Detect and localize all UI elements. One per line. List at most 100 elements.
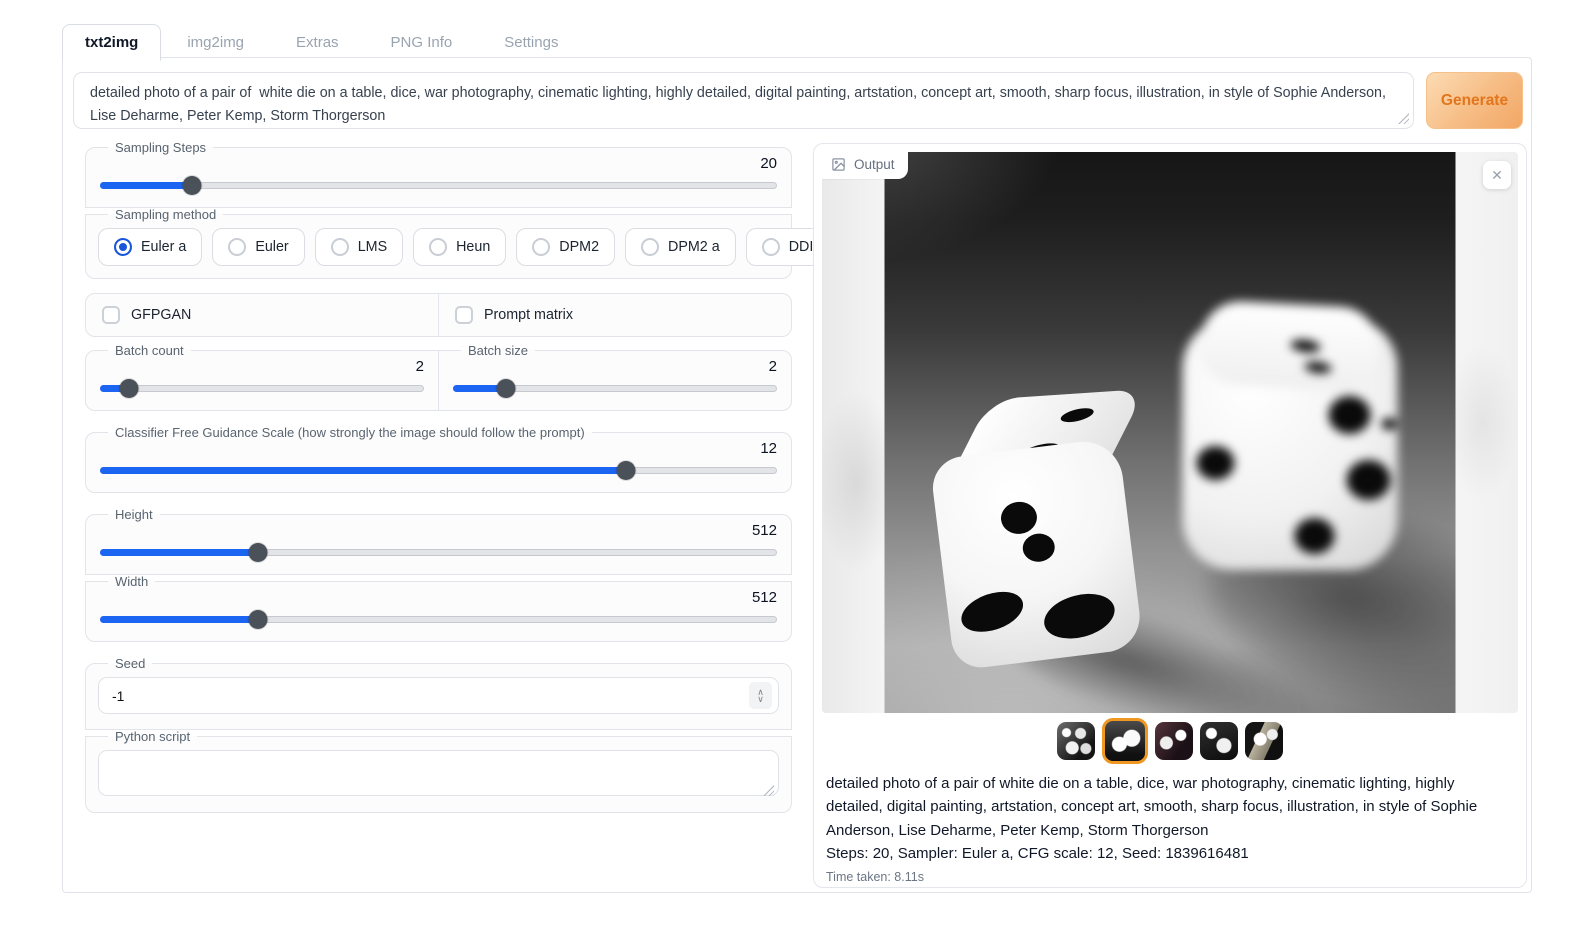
gfpgan-label: GFPGAN [131, 307, 191, 323]
batch-size-field: Batch size 2 [438, 343, 792, 411]
slider-knob[interactable] [183, 176, 202, 195]
seed-field: Seed ∧ ∨ [85, 656, 792, 730]
close-icon[interactable]: ✕ [1483, 161, 1511, 189]
batch-count-label: Batch count [108, 343, 191, 358]
output-chip: Output [822, 152, 908, 179]
width-field: Width 512 [85, 574, 792, 642]
radio-icon [641, 238, 659, 256]
radio-label: DPM2 a [668, 239, 720, 255]
batch-count-field: Batch count 2 [85, 343, 439, 411]
thumbnail-5[interactable] [1245, 722, 1283, 760]
image-icon [831, 157, 846, 172]
radio-label: Euler [255, 239, 288, 255]
sampling-method-field: Sampling method Euler a Euler LMS Heun D… [85, 207, 792, 279]
batch-count-slider[interactable] [100, 379, 424, 398]
output-gallery: Output ✕ [822, 152, 1518, 713]
sampling-method-options: Euler a Euler LMS Heun DPM2 DPM2 a DDIM … [98, 224, 779, 269]
slider-fill [100, 549, 258, 556]
spinner-down-icon[interactable]: ∨ [757, 696, 764, 703]
seed-input-wrap: ∧ ∨ [98, 677, 779, 714]
thumbnail-4[interactable] [1200, 722, 1238, 760]
dimensions-group: Height 512 Width 512 [85, 507, 792, 642]
sampling-steps-field: Sampling Steps 20 [85, 140, 792, 208]
radio-dpm2-a[interactable]: DPM2 a [625, 228, 736, 266]
sampling-method-label: Sampling method [108, 207, 223, 222]
radio-icon [228, 238, 246, 256]
slider-track [100, 385, 424, 392]
thumbnail-2-selected[interactable] [1102, 718, 1148, 764]
generate-button[interactable]: Generate [1426, 72, 1523, 129]
radio-selected-icon [114, 238, 132, 256]
tab-extras[interactable]: Extras [270, 25, 365, 60]
height-field: Height 512 [85, 507, 792, 575]
radio-lms[interactable]: LMS [315, 228, 403, 266]
slider-knob[interactable] [617, 461, 636, 480]
python-script-input[interactable] [98, 750, 779, 796]
slider-knob[interactable] [249, 543, 268, 562]
radio-icon [762, 238, 780, 256]
python-script-wrap [98, 750, 779, 801]
batch-group: Batch count 2 Batch size 2 [85, 343, 792, 411]
die-right [1183, 300, 1405, 600]
radio-label: LMS [358, 239, 387, 255]
height-slider[interactable] [100, 543, 777, 562]
slider-knob[interactable] [249, 610, 268, 629]
prompt-input[interactable]: detailed photo of a pair of white die on… [73, 72, 1414, 129]
time-taken: Time taken: 8.11s [826, 870, 1512, 884]
radio-heun[interactable]: Heun [413, 228, 506, 266]
batch-size-label: Batch size [461, 343, 535, 358]
seed-input[interactable] [98, 677, 779, 714]
tab-png-info[interactable]: PNG Info [365, 25, 479, 60]
batch-size-slider[interactable] [453, 379, 777, 398]
radio-euler[interactable]: Euler [212, 228, 304, 266]
cfg-scale-slider[interactable] [100, 461, 777, 480]
batch-size-value: 2 [451, 358, 777, 377]
checkbox-icon[interactable] [455, 306, 473, 324]
radio-label: Euler a [141, 239, 186, 255]
number-spinner[interactable]: ∧ ∨ [749, 682, 772, 709]
height-label: Height [108, 507, 160, 522]
slider-knob[interactable] [496, 379, 515, 398]
batch-count-value: 2 [98, 358, 424, 377]
prompt-matrix-checkbox-row[interactable]: Prompt matrix [438, 294, 791, 336]
toggles-group: GFPGAN Prompt matrix [85, 293, 792, 337]
radio-icon [532, 238, 550, 256]
width-slider[interactable] [100, 610, 777, 629]
slider-fill [100, 467, 626, 474]
prompt-box: detailed photo of a pair of white die on… [73, 72, 1414, 129]
tab-settings[interactable]: Settings [478, 25, 584, 60]
gfpgan-checkbox-row[interactable]: GFPGAN [86, 294, 438, 336]
cfg-group: Classifier Free Guidance Scale (how stro… [85, 425, 792, 493]
txt2img-panel: detailed photo of a pair of white die on… [62, 57, 1532, 893]
generated-image[interactable] [885, 152, 1456, 713]
cfg-scale-field: Classifier Free Guidance Scale (how stro… [85, 425, 792, 493]
height-value: 512 [98, 522, 777, 541]
tab-txt2img[interactable]: txt2img [62, 24, 161, 61]
tab-bar: txt2img img2img Extras PNG Info Settings [62, 24, 584, 60]
sampling-group: Sampling Steps 20 Sampling method Euler … [85, 140, 792, 279]
radio-icon [331, 238, 349, 256]
cfg-scale-value: 12 [98, 440, 777, 459]
thumbnail-3[interactable] [1155, 722, 1193, 760]
radio-label: DPM2 [559, 239, 599, 255]
tab-img2img[interactable]: img2img [161, 25, 270, 60]
checkbox-icon[interactable] [102, 306, 120, 324]
width-value: 512 [98, 589, 777, 608]
seed-group: Seed ∧ ∨ Python script [85, 656, 792, 813]
prompt-matrix-label: Prompt matrix [484, 307, 573, 323]
controls-column: Sampling Steps 20 Sampling method Euler … [85, 140, 792, 827]
sampling-steps-slider[interactable] [100, 176, 777, 195]
radio-label: Heun [456, 239, 490, 255]
radio-icon [429, 238, 447, 256]
radio-euler-a[interactable]: Euler a [98, 228, 202, 266]
output-panel: Output ✕ [813, 143, 1527, 888]
die-left [940, 392, 1140, 672]
cfg-scale-label: Classifier Free Guidance Scale (how stro… [108, 425, 592, 440]
slider-knob[interactable] [120, 379, 139, 398]
thumbnail-1[interactable] [1057, 722, 1095, 760]
output-params: Steps: 20, Sampler: Euler a, CFG scale: … [826, 842, 1512, 865]
sampling-steps-value: 20 [98, 155, 777, 174]
radio-dpm2[interactable]: DPM2 [516, 228, 615, 266]
sampling-steps-label: Sampling Steps [108, 140, 213, 155]
slider-fill [100, 182, 192, 189]
